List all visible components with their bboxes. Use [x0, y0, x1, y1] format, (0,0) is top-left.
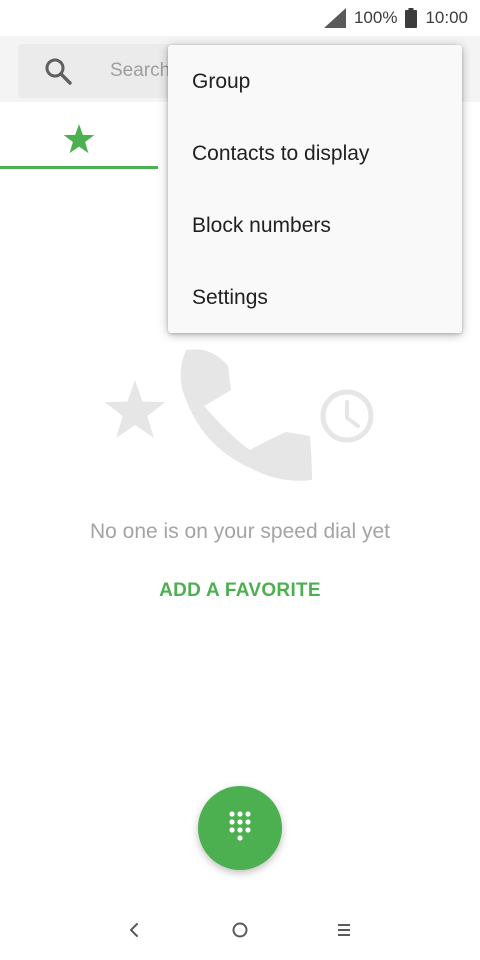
- home-icon: [232, 922, 248, 938]
- empty-state-message: No one is on your speed dial yet: [89, 520, 391, 543]
- menu-item-settings[interactable]: Settings: [168, 262, 462, 334]
- empty-state-illustration: [104, 349, 374, 481]
- battery-full-icon: [405, 8, 418, 28]
- back-button[interactable]: [110, 910, 158, 950]
- menu-item-block-numbers[interactable]: Block numbers: [168, 190, 462, 262]
- home-button[interactable]: [216, 910, 264, 950]
- tab-selected-indicator: [0, 166, 158, 169]
- dialpad-icon: [229, 811, 251, 841]
- dialpad-button[interactable]: [198, 786, 282, 870]
- phone-icon: [180, 349, 312, 481]
- overflow-menu: Group Contacts to display Block numbers …: [168, 45, 462, 333]
- menu-icon: [338, 924, 350, 936]
- cell-signal-icon: [323, 8, 346, 28]
- recents-button[interactable]: [320, 910, 368, 950]
- clock-icon: [320, 389, 374, 443]
- status-icons: 100% 10:00: [323, 6, 468, 30]
- clock-time: 10:00: [425, 8, 468, 27]
- menu-item-contacts-to-display[interactable]: Contacts to display: [168, 118, 462, 190]
- status-bar: 100% 10:00: [0, 0, 480, 36]
- system-nav-bar: [0, 900, 480, 960]
- menu-item-group[interactable]: Group: [168, 46, 462, 118]
- star-icon: [104, 380, 166, 438]
- add-favorite-button[interactable]: ADD A FAVORITE: [140, 574, 340, 608]
- battery-level: 100%: [353, 8, 398, 27]
- back-icon: [130, 923, 138, 937]
- star-icon: [63, 124, 95, 154]
- tab-favorites[interactable]: [0, 102, 158, 169]
- search-icon[interactable]: [44, 57, 72, 85]
